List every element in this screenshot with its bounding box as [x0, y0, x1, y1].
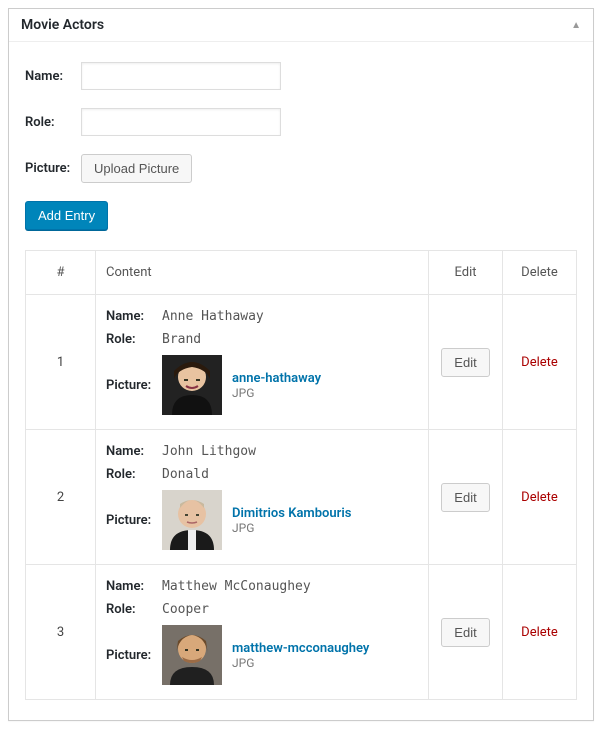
name-input[interactable]: [81, 62, 281, 90]
delete-link[interactable]: Delete: [521, 625, 558, 640]
row-content: Name: John Lithgow Role: Donald Picture:…: [96, 430, 429, 565]
cell-role-label: Role:: [106, 467, 162, 482]
row-delete-cell: Delete: [503, 430, 577, 565]
role-label: Role:: [25, 115, 81, 130]
name-label: Name:: [25, 69, 81, 84]
actor-thumbnail[interactable]: [162, 625, 222, 685]
row-delete-cell: Delete: [503, 295, 577, 430]
picture-link[interactable]: matthew-mcconaughey: [232, 641, 369, 656]
cell-picture-label: Picture:: [106, 378, 162, 393]
form-row-name: Name:: [25, 62, 577, 90]
row-num: 2: [26, 430, 96, 565]
form-row-picture: Picture: Upload Picture: [25, 154, 577, 183]
upload-picture-button[interactable]: Upload Picture: [81, 154, 192, 183]
form-row-role: Role:: [25, 108, 577, 136]
actors-table: # Content Edit Delete 1 Name: Anne Hatha…: [25, 250, 577, 700]
cell-name-value: John Lithgow: [162, 444, 256, 459]
role-input[interactable]: [81, 108, 281, 136]
picture-link[interactable]: Dimitrios Kambouris: [232, 506, 351, 521]
delete-link[interactable]: Delete: [521, 490, 558, 505]
cell-picture-label: Picture:: [106, 513, 162, 528]
cell-name-label: Name:: [106, 579, 162, 594]
panel-header[interactable]: Movie Actors ▲: [9, 9, 593, 42]
cell-name-label: Name:: [106, 444, 162, 459]
col-header-content: Content: [96, 251, 429, 295]
edit-button[interactable]: Edit: [441, 348, 489, 377]
col-header-num: #: [26, 251, 96, 295]
cell-role-value: Donald: [162, 467, 209, 482]
row-edit-cell: Edit: [429, 430, 503, 565]
cell-role-label: Role:: [106, 332, 162, 347]
cell-name-value: Anne Hathaway: [162, 309, 264, 324]
picture-filetype: JPG: [232, 521, 351, 535]
picture-filetype: JPG: [232, 656, 369, 670]
cell-role-value: Brand: [162, 332, 201, 347]
row-edit-cell: Edit: [429, 565, 503, 700]
actor-thumbnail[interactable]: [162, 355, 222, 415]
cell-picture-label: Picture:: [106, 648, 162, 663]
delete-link[interactable]: Delete: [521, 355, 558, 370]
cell-name-label: Name:: [106, 309, 162, 324]
row-num: 1: [26, 295, 96, 430]
picture-label: Picture:: [25, 161, 81, 176]
row-content: Name: Anne Hathaway Role: Brand Picture:…: [96, 295, 429, 430]
row-edit-cell: Edit: [429, 295, 503, 430]
add-entry-button[interactable]: Add Entry: [25, 201, 108, 230]
picture-link[interactable]: anne-hathaway: [232, 371, 321, 386]
edit-button[interactable]: Edit: [441, 618, 489, 647]
panel-body: Name: Role: Picture: Upload Picture Add …: [9, 42, 593, 720]
panel-toggle-icon[interactable]: ▲: [571, 20, 581, 31]
picture-block: matthew-mcconaughey JPG: [162, 625, 369, 685]
cell-role-label: Role:: [106, 602, 162, 617]
col-header-edit: Edit: [429, 251, 503, 295]
table-row: 3 Name: Matthew McConaughey Role: Cooper…: [26, 565, 577, 700]
col-header-delete: Delete: [503, 251, 577, 295]
edit-button[interactable]: Edit: [441, 483, 489, 512]
picture-filetype: JPG: [232, 386, 321, 400]
cell-name-value: Matthew McConaughey: [162, 579, 311, 594]
table-row: 2 Name: John Lithgow Role: Donald Pictur…: [26, 430, 577, 565]
add-entry-row: Add Entry: [25, 201, 577, 230]
row-num: 3: [26, 565, 96, 700]
row-delete-cell: Delete: [503, 565, 577, 700]
table-row: 1 Name: Anne Hathaway Role: Brand Pictur…: [26, 295, 577, 430]
panel-title: Movie Actors: [21, 17, 104, 33]
cell-role-value: Cooper: [162, 602, 209, 617]
row-content: Name: Matthew McConaughey Role: Cooper P…: [96, 565, 429, 700]
actor-thumbnail[interactable]: [162, 490, 222, 550]
picture-block: anne-hathaway JPG: [162, 355, 321, 415]
movie-actors-panel: Movie Actors ▲ Name: Role: Picture: Uplo…: [8, 8, 594, 721]
picture-block: Dimitrios Kambouris JPG: [162, 490, 351, 550]
